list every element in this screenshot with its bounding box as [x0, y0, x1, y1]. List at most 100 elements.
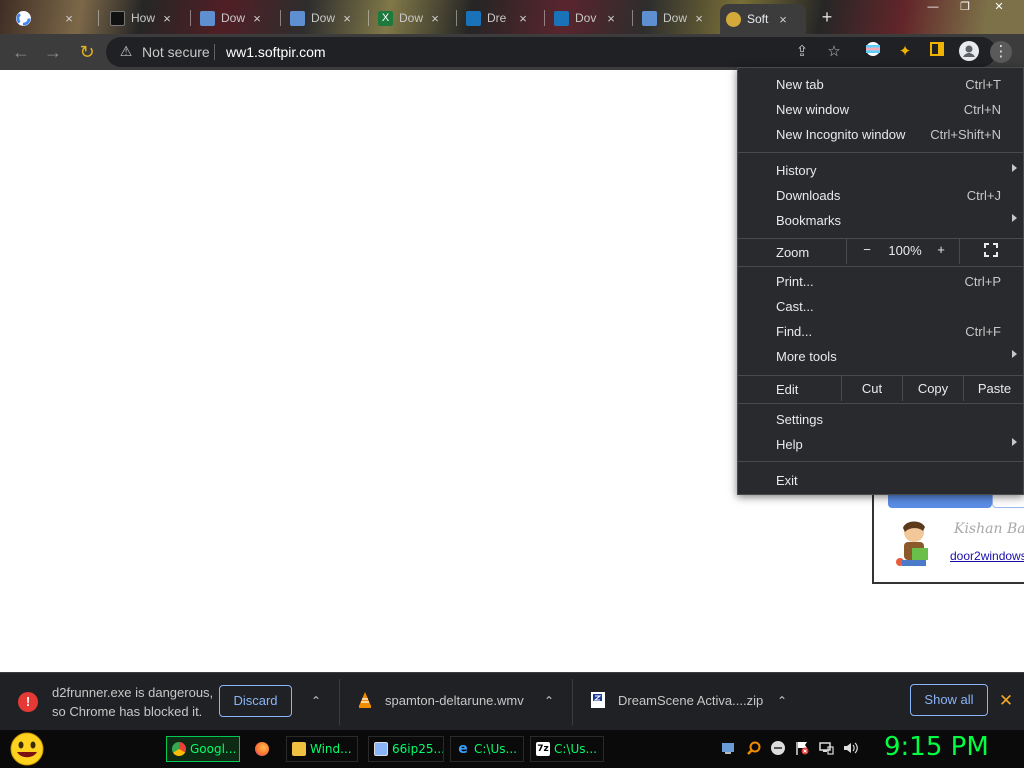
fullscreen-icon[interactable]	[984, 243, 998, 257]
show-all-button[interactable]: Show all	[910, 684, 988, 716]
tray-action-center-flag-icon[interactable]	[794, 740, 810, 756]
warning-icon[interactable]: ⚠	[118, 43, 134, 59]
chevron-up-icon[interactable]: ⌃	[542, 694, 556, 708]
new-tab-button[interactable]: +	[816, 6, 838, 28]
taskbar-label: C:\Us...	[474, 742, 517, 756]
chevron-up-icon[interactable]: ⌃	[309, 694, 323, 708]
back-arrow-icon[interactable]: ←	[10, 41, 32, 63]
menu-item-cast[interactable]: Cast...	[738, 295, 1024, 320]
menu-item-shortcut: Ctrl+F	[965, 324, 1001, 339]
download-filename[interactable]: DreamScene Activa....zip	[618, 693, 763, 708]
tab-strip: × How × Dow × Dow × X Dow × Dre × Dov × …	[0, 0, 1024, 34]
zoom-label: Zoom	[776, 245, 810, 260]
profile-avatar-icon[interactable]	[958, 41, 980, 63]
tab-how[interactable]: How ×	[104, 4, 179, 32]
url-text[interactable]: ww1.softpir.com	[226, 44, 326, 60]
firefox-icon	[255, 742, 269, 756]
tray-status-icon[interactable]	[770, 740, 786, 756]
ad-card[interactable]: Kishan Bag door2windows	[872, 494, 1024, 584]
reload-icon[interactable]: ↻	[76, 41, 98, 63]
menu-item-bookmarks[interactable]: Bookmarks	[738, 209, 1024, 234]
ad-bar-outline	[992, 494, 1024, 508]
menu-item-print[interactable]: Print... Ctrl+P	[738, 270, 1024, 295]
menu-item-exit[interactable]: Exit	[738, 469, 1024, 494]
close-tab-icon[interactable]: ×	[777, 12, 789, 27]
tray-volume-icon[interactable]	[842, 740, 858, 756]
copy-button[interactable]: Copy	[902, 376, 963, 401]
tab-title: Soft	[747, 12, 769, 26]
tab-dreamscene-2[interactable]: Dov ×	[548, 4, 623, 32]
tab-download-2[interactable]: Dow ×	[284, 4, 359, 32]
cut-button[interactable]: Cut	[841, 376, 902, 401]
zoom-in-button[interactable]: +	[933, 242, 949, 257]
tab-download-3[interactable]: X Dow ×	[372, 4, 447, 32]
menu-item-settings[interactable]: Settings	[738, 408, 1024, 433]
download-site-icon	[290, 10, 305, 26]
tab-google[interactable]: ×	[10, 4, 81, 32]
security-label[interactable]: Not secure	[142, 44, 210, 60]
menu-item-new-tab[interactable]: New tab Ctrl+T	[738, 73, 1024, 98]
taskbar-firefox[interactable]	[250, 736, 280, 762]
close-tab-icon[interactable]: ×	[693, 11, 705, 26]
minimize-window-button[interactable]: —	[918, 0, 948, 16]
7zip-icon: 7z	[536, 742, 550, 756]
start-button-smiley-icon[interactable]	[8, 732, 46, 766]
tray-network-icon[interactable]	[720, 740, 736, 756]
tab-separator	[544, 10, 545, 26]
tab-softpir-active[interactable]: Soft ×	[720, 4, 806, 34]
taskbar-windows-explorer[interactable]: Wind...	[286, 736, 358, 762]
close-window-button[interactable]: ✕	[984, 0, 1014, 16]
menu-item-downloads[interactable]: Downloads Ctrl+J	[738, 184, 1024, 209]
dreamscene-site-icon	[554, 10, 569, 26]
tab-download-1[interactable]: Dow ×	[194, 4, 269, 32]
menu-item-new-incognito-window[interactable]: New Incognito window Ctrl+Shift+N	[738, 123, 1024, 148]
share-icon[interactable]: ⇪	[792, 42, 812, 62]
tray-search-icon[interactable]	[746, 740, 762, 756]
taskbar-7zip[interactable]: 7z C:\Us...	[530, 736, 604, 762]
menu-item-help[interactable]: Help	[738, 433, 1024, 458]
ad-site-link[interactable]: door2windows	[950, 549, 1024, 563]
side-panel-icon[interactable]	[926, 41, 948, 63]
discard-button[interactable]: Discard	[219, 685, 292, 717]
tab-separator	[456, 10, 457, 26]
menu-item-history[interactable]: History	[738, 159, 1024, 184]
forward-arrow-icon[interactable]: →	[42, 41, 64, 63]
close-tab-icon[interactable]: ×	[605, 11, 617, 26]
restore-window-button[interactable]: ❐	[950, 0, 980, 16]
menu-item-label: More tools	[776, 349, 837, 364]
close-tab-icon[interactable]: ×	[341, 11, 353, 26]
close-tab-icon[interactable]: ×	[251, 11, 263, 26]
paste-button[interactable]: Paste	[963, 376, 1024, 401]
close-shelf-icon[interactable]: ✕	[996, 691, 1016, 711]
taskbar-image-viewer[interactable]: 66ip25...	[368, 736, 444, 762]
zoom-out-button[interactable]: −	[859, 242, 875, 257]
taskbar-ie[interactable]: e C:\Us...	[450, 736, 524, 762]
extension-flag-icon[interactable]	[862, 41, 884, 63]
menu-item-find[interactable]: Find... Ctrl+F	[738, 320, 1024, 345]
ad-blue-bar	[888, 494, 992, 508]
extensions-puzzle-icon[interactable]: ✦	[894, 41, 916, 63]
ie-icon: e	[458, 741, 468, 757]
submenu-arrow-icon	[1012, 438, 1017, 446]
bookmark-star-icon[interactable]: ☆	[824, 42, 844, 62]
tray-network-monitor-icon[interactable]	[818, 740, 834, 756]
chrome-icon	[172, 742, 186, 756]
download-filename[interactable]: spamton-deltarune.wmv	[385, 693, 524, 708]
menu-item-label: Cast...	[776, 299, 814, 314]
taskbar-clock[interactable]: 9:15 PM	[884, 732, 989, 762]
taskbar-chrome[interactable]: Googl...	[166, 736, 240, 762]
close-tab-icon[interactable]: ×	[429, 11, 441, 26]
tab-dreamscene-1[interactable]: Dre ×	[460, 4, 535, 32]
close-tab-icon[interactable]: ×	[517, 11, 529, 26]
shelf-separator	[572, 679, 573, 725]
menu-item-new-window[interactable]: New window Ctrl+N	[738, 98, 1024, 123]
chrome-menu-kebab-icon[interactable]: ⋮	[990, 41, 1012, 63]
address-divider	[214, 44, 215, 60]
softpir-icon	[726, 11, 741, 27]
close-tab-icon[interactable]: ×	[63, 11, 75, 26]
chevron-up-icon[interactable]: ⌃	[775, 694, 789, 708]
windows-taskbar: Googl... Wind... 66ip25... e C:\Us... 7z…	[0, 730, 1024, 768]
menu-item-more-tools[interactable]: More tools	[738, 345, 1024, 370]
close-tab-icon[interactable]: ×	[161, 11, 173, 26]
tab-download-4[interactable]: Dow ×	[636, 4, 711, 32]
